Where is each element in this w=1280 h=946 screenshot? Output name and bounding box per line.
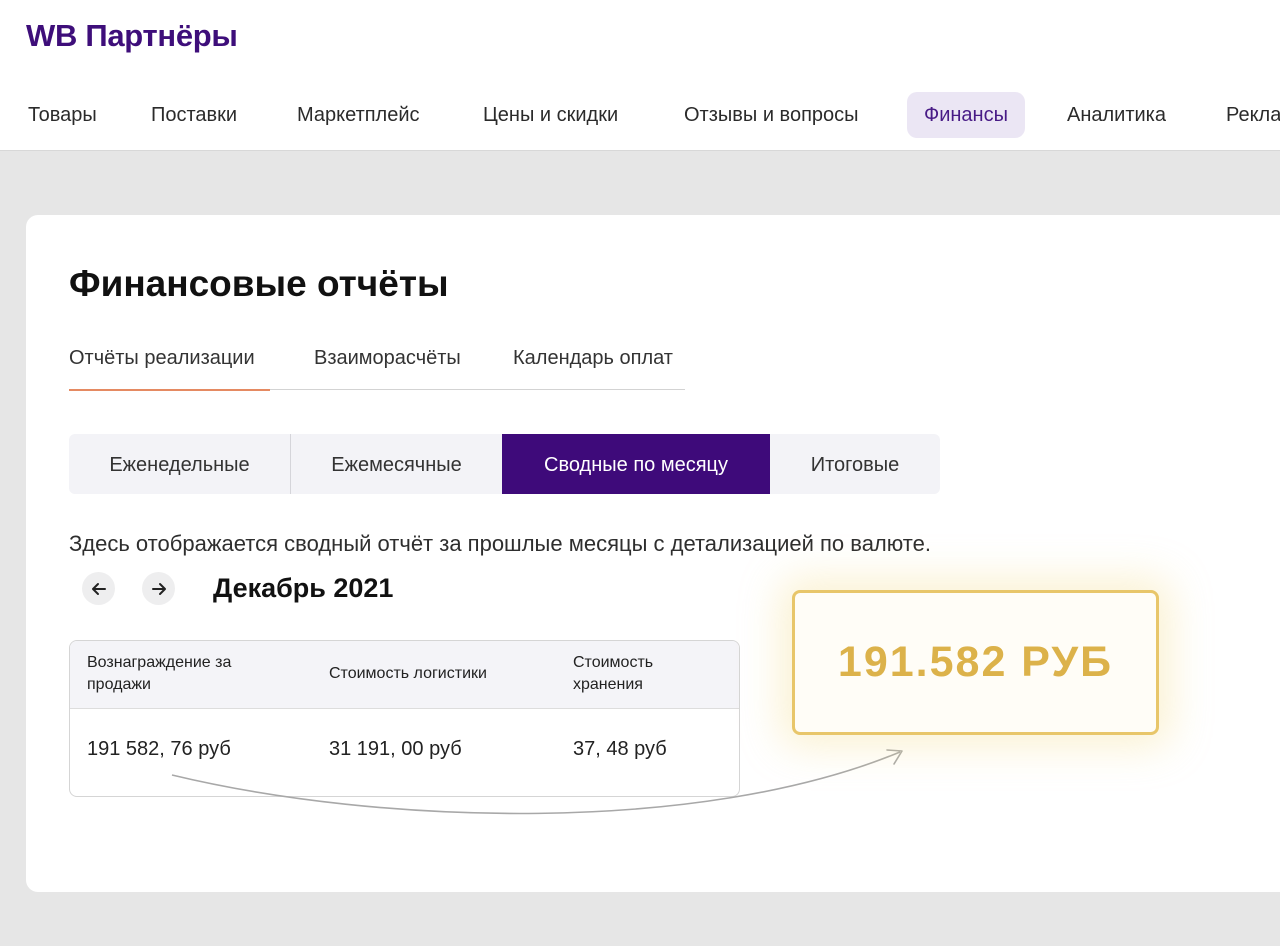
callout-arrow-line [171,751,901,815]
highlight-total-box: 191.582 РУБ [792,590,1159,735]
callout-arrow [171,749,903,815]
highlight-total-amount: 191.582 РУБ [837,638,1114,686]
